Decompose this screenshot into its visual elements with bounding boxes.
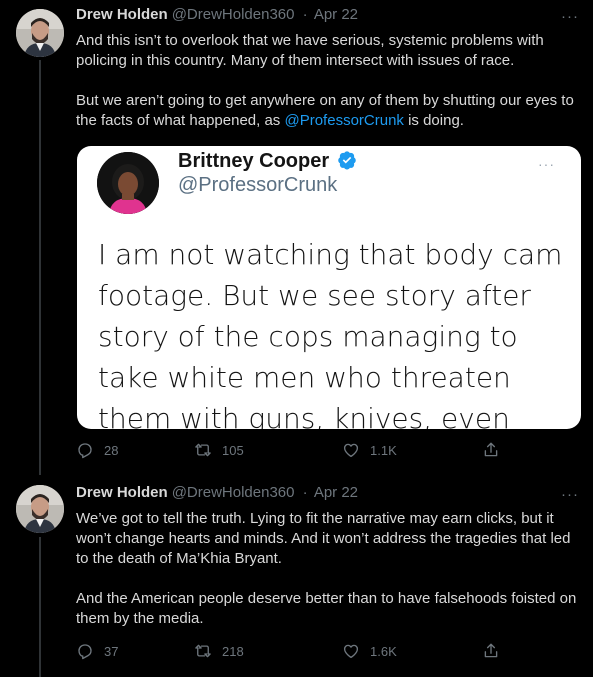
share-button[interactable] bbox=[482, 642, 500, 660]
embedded-tweet-image[interactable]: Brittney Cooper @ProfessorCrunk ··· I am… bbox=[77, 146, 581, 429]
separator: · bbox=[302, 484, 308, 501]
author-name[interactable]: Drew Holden bbox=[76, 6, 168, 23]
embedded-avatar bbox=[97, 152, 159, 214]
embedded-author-name: Brittney Cooper bbox=[178, 150, 357, 173]
retweet-icon bbox=[195, 443, 211, 457]
share-icon bbox=[484, 643, 498, 658]
tweet-2[interactable]: Drew Holden @DrewHolden360 · Apr 22 ··· W… bbox=[0, 475, 593, 677]
embedded-more-icon: ··· bbox=[538, 156, 555, 172]
tweet-text: And this isn’t to overlook that we have … bbox=[76, 31, 581, 151]
author-handle[interactable]: @DrewHolden360 bbox=[172, 484, 295, 501]
embedded-tweet-text: I am not watching that body cam footage.… bbox=[98, 238, 563, 429]
tweet-text: We’ve got to tell the truth. Lying to fi… bbox=[76, 509, 581, 649]
tweet-paragraph: But we aren’t going to get anywhere on a… bbox=[76, 91, 581, 131]
tweet-paragraph: And this isn’t to overlook that we have … bbox=[76, 32, 544, 69]
thread-connector bbox=[39, 60, 41, 475]
share-button[interactable] bbox=[482, 441, 500, 459]
reply-button[interactable]: 37 bbox=[76, 642, 118, 660]
verified-badge-icon bbox=[337, 151, 356, 170]
embedded-name-text: Brittney Cooper bbox=[178, 150, 330, 172]
like-button[interactable]: 1.6K bbox=[342, 642, 397, 660]
tweet-actions: 37 218 1.6K bbox=[76, 642, 516, 662]
retweet-icon bbox=[195, 644, 211, 658]
avatar-photo bbox=[16, 9, 64, 57]
tweet-header: Drew Holden @DrewHolden360 · Apr 22 bbox=[76, 483, 358, 503]
avatar[interactable] bbox=[16, 485, 64, 533]
more-icon[interactable]: ··· bbox=[561, 487, 579, 502]
separator: · bbox=[302, 6, 308, 23]
tweet-date[interactable]: Apr 22 bbox=[314, 484, 358, 501]
mention-link[interactable]: @ProfessorCrunk bbox=[284, 112, 403, 129]
text-segment: is doing. bbox=[403, 112, 464, 129]
author-name[interactable]: Drew Holden bbox=[76, 484, 168, 501]
retweet-button[interactable]: 105 bbox=[194, 441, 244, 459]
more-icon[interactable]: ··· bbox=[561, 9, 579, 24]
like-icon bbox=[343, 644, 359, 659]
like-count: 1.6K bbox=[370, 643, 397, 659]
thread-connector bbox=[39, 537, 41, 677]
tweet-1[interactable]: Drew Holden @DrewHolden360 · Apr 22 ··· A… bbox=[0, 0, 593, 475]
share-icon bbox=[484, 442, 498, 457]
like-icon bbox=[343, 443, 359, 458]
author-handle[interactable]: @DrewHolden360 bbox=[172, 6, 295, 23]
tweet-actions: 28 105 1.1K bbox=[76, 441, 516, 461]
reply-icon bbox=[78, 644, 92, 660]
retweet-count: 218 bbox=[222, 643, 244, 659]
tweet-date[interactable]: Apr 22 bbox=[314, 6, 358, 23]
tweet-paragraph: We’ve got to tell the truth. Lying to fi… bbox=[76, 510, 571, 567]
reply-count: 28 bbox=[104, 442, 119, 458]
avatar-photo bbox=[16, 485, 64, 533]
reply-button[interactable]: 28 bbox=[76, 441, 118, 459]
tweet-paragraph: And the American people deserve better t… bbox=[76, 590, 577, 627]
embedded-author-handle: @ProfessorCrunk bbox=[178, 174, 338, 196]
reply-icon bbox=[78, 443, 92, 459]
reply-count: 37 bbox=[104, 643, 119, 659]
tweet-header: Drew Holden @DrewHolden360 · Apr 22 bbox=[76, 5, 358, 25]
like-count: 1.1K bbox=[370, 442, 397, 458]
retweet-count: 105 bbox=[222, 442, 244, 458]
avatar[interactable] bbox=[16, 9, 64, 57]
embedded-avatar-photo bbox=[97, 152, 159, 214]
retweet-button[interactable]: 218 bbox=[194, 642, 244, 660]
like-button[interactable]: 1.1K bbox=[342, 441, 397, 459]
